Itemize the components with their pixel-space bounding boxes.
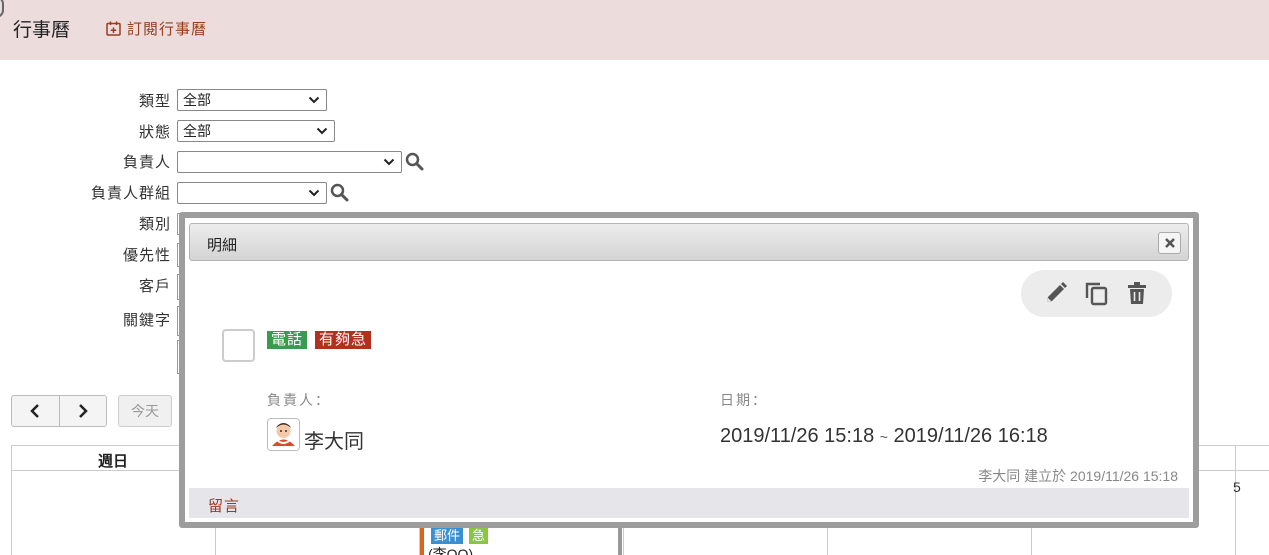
owner-group-label: 負責人群組 bbox=[90, 185, 171, 202]
priority-tag: 有夠急 bbox=[315, 331, 372, 349]
copy-button[interactable] bbox=[1083, 280, 1109, 306]
event-owner: (李OO) bbox=[428, 546, 474, 555]
chevron-left-icon bbox=[30, 404, 40, 418]
status-select[interactable]: 全部 bbox=[177, 120, 335, 142]
close-icon bbox=[1164, 238, 1175, 248]
comments-label: 留言 bbox=[208, 498, 241, 515]
date-separator: ~ bbox=[879, 429, 888, 445]
calendar-plus-icon bbox=[106, 21, 121, 36]
dialog-titlebar[interactable]: 明細 bbox=[189, 223, 1189, 261]
date-range: 2019/11/26 15:18 ~ 2019/11/26 16:18 bbox=[720, 425, 1048, 448]
chevron-down-icon bbox=[316, 127, 328, 135]
type-tag: 電話 bbox=[267, 331, 308, 349]
keyword-label: 關鍵字 bbox=[122, 312, 171, 329]
event-priority-tag: 急 bbox=[469, 528, 489, 544]
sidebar-toggle-edge[interactable] bbox=[0, 0, 4, 18]
delete-button[interactable] bbox=[1124, 280, 1150, 306]
calendar-nav bbox=[11, 395, 107, 427]
date-field-label: 日期： bbox=[720, 392, 768, 408]
owner-label: 負責人 bbox=[122, 154, 171, 171]
chevron-down-icon bbox=[308, 96, 320, 104]
owner-field-label: 負責人： bbox=[267, 392, 331, 408]
calendar-event[interactable]: 郵件 急 (李OO) bbox=[420, 527, 620, 555]
subscribe-calendar-label: 訂閱行事曆 bbox=[127, 21, 208, 38]
owner-group-select[interactable] bbox=[177, 182, 327, 204]
chevron-right-icon bbox=[78, 404, 88, 418]
type-select-value: 全部 bbox=[183, 92, 211, 108]
delete-icon bbox=[1128, 282, 1146, 304]
priority-label: 優先性 bbox=[122, 247, 171, 264]
dialog-close-button[interactable] bbox=[1158, 232, 1181, 254]
customer-label: 客戶 bbox=[138, 278, 171, 295]
avatar bbox=[267, 418, 300, 451]
status-select-value: 全部 bbox=[183, 123, 211, 139]
detail-dialog: 明細 電話 有夠急 負責人： 李大同 日期： 2019/11/26 15:18 … bbox=[179, 212, 1199, 528]
grid-line bbox=[1235, 446, 1236, 555]
owner-name: 李大同 bbox=[304, 431, 364, 453]
edit-button[interactable] bbox=[1043, 280, 1069, 306]
complete-checkbox[interactable] bbox=[222, 329, 255, 362]
chevron-down-icon bbox=[308, 189, 320, 197]
event-type-tag: 郵件 bbox=[431, 528, 464, 544]
subscribe-calendar-link[interactable]: 訂閱行事曆 bbox=[106, 18, 207, 39]
created-info: 李大同 建立於 2019/11/26 15:18 bbox=[978, 468, 1178, 484]
copy-icon bbox=[1085, 282, 1108, 306]
type-select[interactable]: 全部 bbox=[177, 89, 327, 111]
page-title: 行事曆 bbox=[13, 20, 71, 41]
status-label: 狀態 bbox=[138, 124, 171, 141]
owner-search-icon[interactable] bbox=[405, 152, 424, 171]
dialog-toolbar bbox=[1021, 270, 1172, 317]
start-datetime: 2019/11/26 15:18 bbox=[720, 425, 875, 447]
owner-select[interactable] bbox=[177, 151, 402, 173]
type-label: 類型 bbox=[138, 93, 171, 110]
edit-icon bbox=[1047, 282, 1067, 302]
prev-button[interactable] bbox=[12, 396, 59, 426]
event-color-bar bbox=[420, 527, 424, 555]
category-label: 類別 bbox=[138, 216, 171, 233]
owner-group-search-icon[interactable] bbox=[330, 183, 349, 202]
next-button[interactable] bbox=[58, 396, 107, 426]
chevron-down-icon bbox=[383, 158, 395, 166]
dialog-title: 明細 bbox=[207, 237, 238, 254]
event-shadow bbox=[618, 525, 622, 555]
today-button[interactable]: 今天 bbox=[118, 395, 172, 427]
day-number[interactable]: 5 bbox=[1233, 479, 1241, 495]
page-header: 行事曆 訂閱行事曆 bbox=[0, 0, 1269, 60]
comments-section-header[interactable]: 留言 bbox=[189, 488, 1189, 518]
end-datetime: 2019/11/26 16:18 bbox=[893, 425, 1048, 447]
